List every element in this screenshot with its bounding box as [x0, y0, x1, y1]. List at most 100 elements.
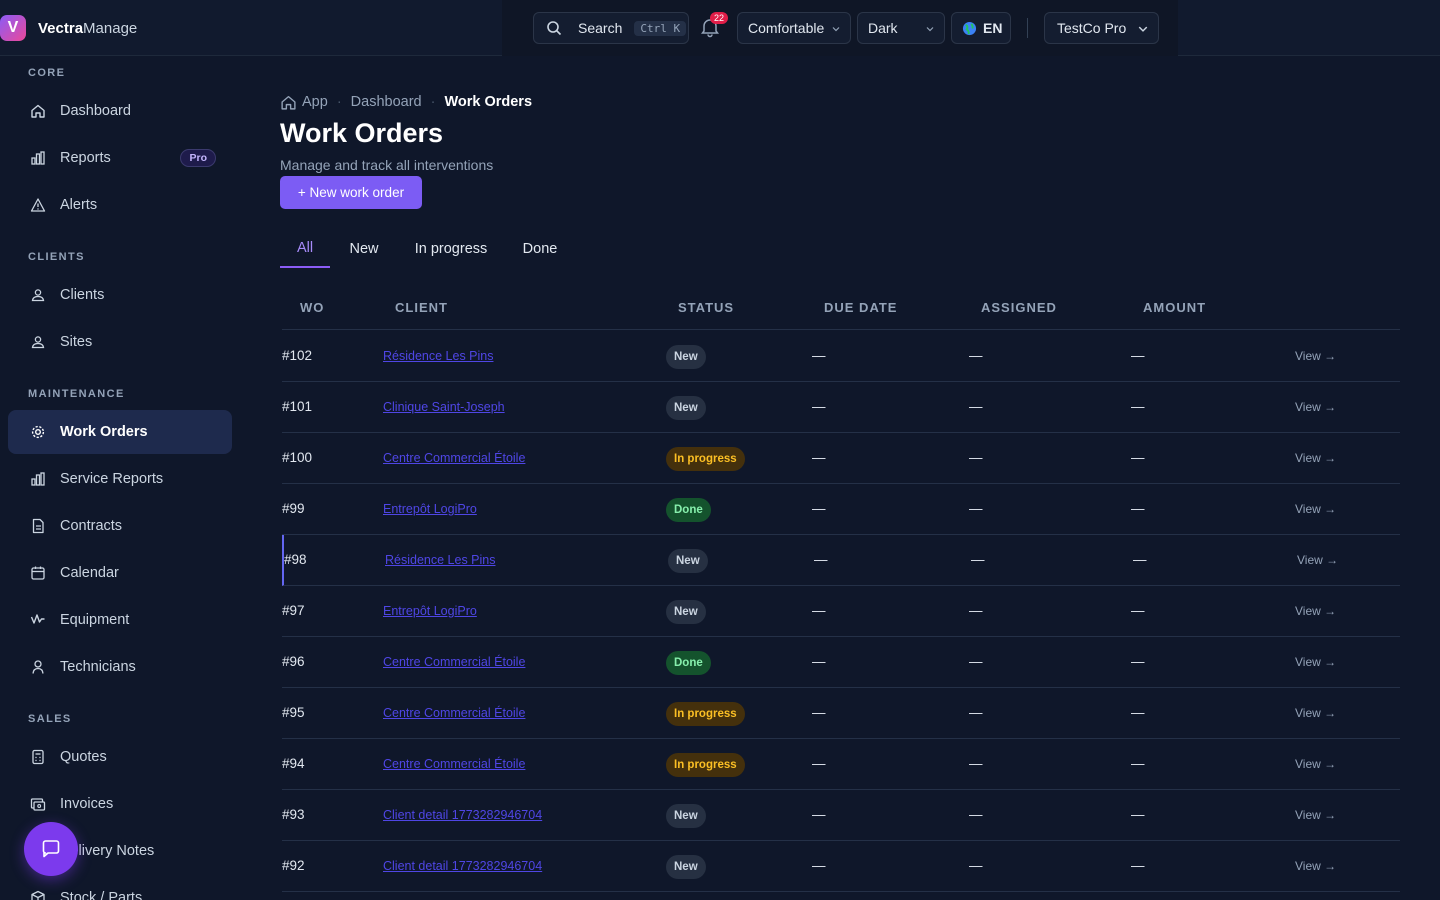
column-header-status[interactable]: STATUS [678, 300, 734, 315]
search-button[interactable]: Search Ctrl K [533, 12, 689, 44]
chat-icon [42, 840, 60, 858]
client-link[interactable]: Entrepôt LogiPro [383, 604, 477, 618]
view-link[interactable]: View → [1295, 859, 1336, 873]
new-work-order-button[interactable]: + New work order [280, 176, 422, 209]
page-title: Work Orders [280, 118, 444, 148]
column-header-due-date[interactable]: DUE DATE [824, 300, 897, 315]
brand[interactable]: V VectraManage [0, 14, 137, 42]
density-select[interactable]: Comfortable [737, 12, 851, 44]
bar-chart-icon [31, 151, 45, 165]
sidebar-item-calendar[interactable]: Calendar [8, 551, 232, 595]
sidebar-item-contracts[interactable]: Contracts [8, 504, 232, 548]
client-link[interactable]: Client detail 1773282946704 [383, 859, 542, 873]
sidebar-item-dashboard[interactable]: Dashboard [8, 89, 232, 133]
view-link[interactable]: View → [1295, 706, 1336, 720]
table-row[interactable]: #92 Client detail 1773282946704 New — — — View… [282, 841, 1400, 892]
search-icon [547, 21, 562, 36]
client-link[interactable]: Centre Commercial Étoile [383, 655, 525, 669]
view-link[interactable]: View → [1295, 502, 1336, 516]
density-label: Comfortable [748, 20, 825, 36]
sidebar-item-work-orders[interactable]: Work Orders [8, 410, 232, 454]
table-row[interactable]: #99 Entrepôt LogiPro Done — — — View → [282, 484, 1400, 535]
tab-done[interactable]: Done [514, 230, 566, 268]
assigned-value: — [969, 807, 983, 822]
sidebar-item-clients[interactable]: Clients [8, 273, 232, 317]
table-row[interactable]: #98 Résidence Les Pins New — — — View → [282, 535, 1400, 586]
amount-value: — [1131, 603, 1145, 618]
table-row[interactable]: #96 Centre Commercial Étoile Done — — — View → [282, 637, 1400, 688]
column-header-wo[interactable]: WO [300, 300, 324, 315]
table-row[interactable]: #102 Résidence Les Pins New — — — View → [282, 331, 1400, 382]
view-link[interactable]: View → [1297, 553, 1338, 567]
divider [1027, 18, 1028, 38]
sidebar-item-label: Dashboard [60, 103, 131, 119]
table-row[interactable]: #97 Entrepôt LogiPro New — — — View → [282, 586, 1400, 637]
amount-value: — [1131, 705, 1145, 720]
view-link[interactable]: View → [1295, 757, 1336, 771]
sidebar-item-technicians[interactable]: Technicians [8, 645, 232, 689]
breadcrumb-item[interactable]: Dashboard [351, 94, 422, 110]
tab-all[interactable]: All [280, 230, 330, 268]
view-link[interactable]: View → [1295, 808, 1336, 822]
status-badge: New [666, 804, 706, 828]
client-link[interactable]: Résidence Les Pins [383, 349, 493, 363]
breadcrumb-item[interactable]: App [302, 94, 328, 110]
language-button[interactable]: EN [951, 12, 1011, 44]
status-badge: In progress [666, 447, 745, 471]
client-link[interactable]: Résidence Les Pins [385, 553, 495, 567]
amount-value: — [1131, 501, 1145, 516]
org-switcher[interactable]: TestCo Pro [1044, 12, 1159, 44]
view-link[interactable]: View → [1295, 451, 1336, 465]
sidebar-item-label: Service Reports [60, 471, 164, 487]
due-date-value: — [814, 552, 828, 567]
assigned-value: — [971, 552, 985, 567]
home-icon[interactable] [280, 94, 297, 111]
sidebar-item-equipment[interactable]: Equipment [8, 598, 232, 642]
client-link[interactable]: Centre Commercial Étoile [383, 451, 525, 465]
sidebar-item-label: Quotes [60, 749, 107, 765]
due-date-value: — [812, 807, 826, 822]
client-link[interactable]: Entrepôt LogiPro [383, 502, 477, 516]
column-header-client[interactable]: CLIENT [395, 300, 448, 315]
status-badge: Done [666, 651, 711, 675]
brand-name: VectraManage [38, 19, 138, 37]
notification-count-badge: 22 [710, 12, 729, 24]
client-link[interactable]: Client detail 1773282946704 [383, 808, 542, 822]
sidebar-item-invoices[interactable]: Invoices [8, 782, 232, 826]
table-row[interactable]: #94 Centre Commercial Étoile In progress — —… [282, 739, 1400, 790]
table-row[interactable]: #95 Centre Commercial Étoile In progress — —… [282, 688, 1400, 739]
due-date-value: — [812, 654, 826, 669]
sidebar-item-label: Contracts [60, 518, 123, 534]
view-link[interactable]: View → [1295, 349, 1336, 363]
assigned-value: — [969, 501, 983, 516]
sidebar-item-sites[interactable]: Sites [8, 320, 232, 364]
home-icon [31, 104, 45, 118]
theme-select[interactable]: Dark [857, 12, 945, 44]
sidebar-section-title: CORE [28, 67, 66, 79]
tab-in-progress[interactable]: In progress [408, 230, 494, 268]
user-icon [31, 336, 45, 349]
table-header: WO CLIENT STATUS DUE DATE ASSIGNED AMOUN… [282, 290, 1400, 330]
calculator-icon [32, 749, 44, 765]
due-date-value: — [812, 705, 826, 720]
client-link[interactable]: Clinique Saint-Joseph [383, 400, 505, 414]
view-link[interactable]: View → [1295, 604, 1336, 618]
table-row[interactable]: #100 Centre Commercial Étoile In progress —… [282, 433, 1400, 484]
client-link[interactable]: Centre Commercial Étoile [383, 757, 525, 771]
sidebar-section-title: SALES [28, 713, 72, 725]
client-link[interactable]: Centre Commercial Étoile [383, 706, 525, 720]
column-header-assigned[interactable]: ASSIGNED [981, 300, 1057, 315]
sidebar-item-service-reports[interactable]: Service Reports [8, 457, 232, 501]
table-row[interactable]: #101 Clinique Saint-Joseph New — — — View → [282, 382, 1400, 433]
sidebar-item-quotes[interactable]: Quotes [8, 735, 232, 779]
sidebar-item-reports[interactable]: Reports Pro [8, 136, 232, 180]
view-link[interactable]: View → [1295, 400, 1336, 414]
sidebar-item-alerts[interactable]: Alerts [8, 183, 232, 227]
table-row[interactable]: #93 Client detail 1773282946704 New — — — View… [282, 790, 1400, 841]
sidebar-item-stock-parts[interactable]: Stock / Parts [8, 876, 232, 900]
view-link[interactable]: View → [1295, 655, 1336, 669]
sidebar-item-label: Calendar [60, 565, 119, 581]
tab-new[interactable]: New [340, 230, 388, 268]
column-header-amount[interactable]: AMOUNT [1143, 300, 1206, 315]
chat-button[interactable] [24, 822, 78, 876]
